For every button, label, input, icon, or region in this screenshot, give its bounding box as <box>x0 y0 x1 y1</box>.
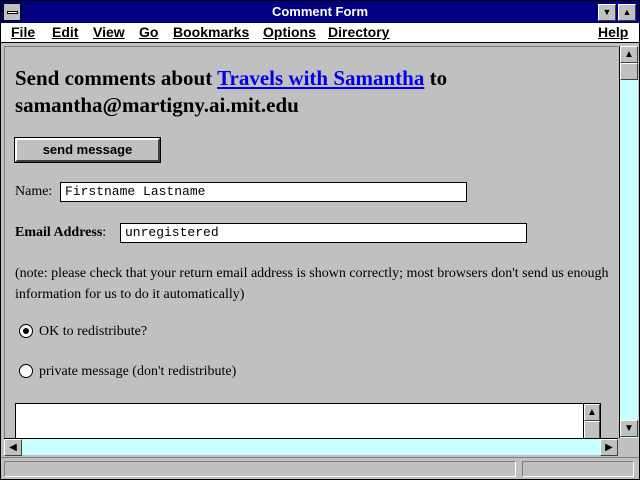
radio-private-message[interactable] <box>19 364 33 378</box>
email-colon: : <box>102 225 107 240</box>
radio-private-label: private message (don't redistribute) <box>39 364 237 379</box>
menu-go[interactable]: Go <box>139 24 158 40</box>
browser-window: Comment Form ▼ ▲ File Edit View Go Bookm… <box>0 0 640 480</box>
menu-edit[interactable]: Edit <box>52 24 78 40</box>
travels-link[interactable]: Travels with Samantha <box>217 66 424 90</box>
maximize-icon[interactable]: ▲ <box>618 4 636 21</box>
menu-help[interactable]: Help <box>598 24 628 40</box>
horizontal-scrollbar[interactable]: ◀ ▶ <box>4 438 618 456</box>
radio-ok-redistribute[interactable] <box>19 324 33 338</box>
radio-ok-label: OK to redistribute? <box>39 324 148 339</box>
send-message-button[interactable]: send message <box>14 137 161 163</box>
menu-bar: File Edit View Go Bookmarks Options Dire… <box>1 23 639 43</box>
arrow-right-icon[interactable]: ▶ <box>600 439 618 456</box>
heading-prefix: Send comments about <box>15 66 218 90</box>
arrow-up-icon[interactable]: ▲ <box>620 46 638 63</box>
page-content: Send comments about Travels with Samanth… <box>4 46 618 438</box>
arrow-down-icon[interactable]: ▼ <box>620 420 638 437</box>
window-title: Comment Form <box>271 4 369 19</box>
title-bar[interactable]: Comment Form ▼ ▲ <box>1 1 639 23</box>
textarea-scroll-thumb[interactable] <box>584 421 600 438</box>
status-message <box>4 461 516 477</box>
minimize-icon[interactable]: ▼ <box>598 4 616 21</box>
status-bar <box>1 457 639 479</box>
email-note: (note: please check that your return ema… <box>15 266 609 302</box>
email-label-group: Email Address: <box>15 225 106 241</box>
menu-bookmarks[interactable]: Bookmarks <box>173 24 249 40</box>
email-label: Email Address <box>15 225 103 240</box>
menu-options[interactable]: Options <box>263 24 316 40</box>
message-textarea[interactable]: ▲ <box>15 403 601 438</box>
arrow-up-icon[interactable]: ▲ <box>584 404 600 421</box>
menu-directory[interactable]: Directory <box>328 24 389 40</box>
name-label: Name: <box>15 184 53 199</box>
progress-indicator <box>522 461 634 477</box>
vertical-scrollbar[interactable]: ▲ ▼ <box>619 46 638 438</box>
arrow-left-icon[interactable]: ◀ <box>4 439 22 456</box>
email-field[interactable]: unregistered <box>120 223 527 243</box>
vertical-scroll-thumb[interactable] <box>620 63 638 80</box>
name-field[interactable]: Firstname Lastname <box>60 182 467 202</box>
menu-file[interactable]: File <box>11 24 35 40</box>
menu-view[interactable]: View <box>93 24 125 40</box>
page-heading: Send comments about Travels with Samanth… <box>15 65 615 119</box>
textarea-scrollbar[interactable]: ▲ <box>583 404 600 438</box>
